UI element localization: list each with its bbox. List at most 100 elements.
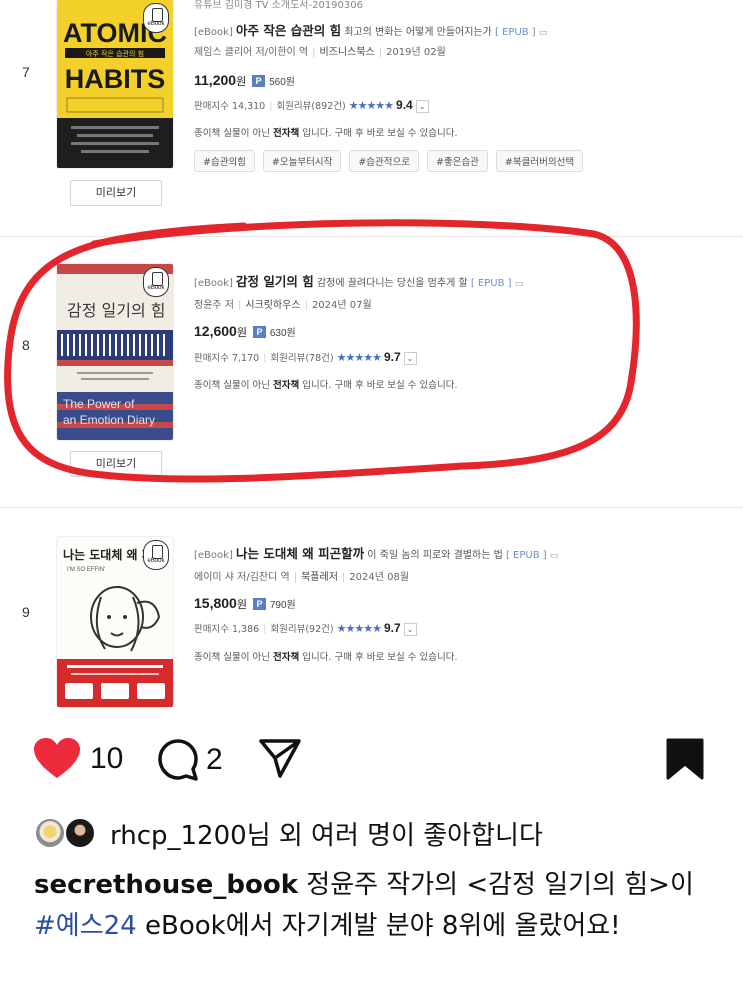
tag-chip[interactable]: #북클러버의선택 xyxy=(495,150,584,172)
points: 630원 xyxy=(269,328,296,339)
avatar xyxy=(64,816,96,849)
external-link-icon: ▭ xyxy=(538,28,548,38)
cover-title: 나는 도대체 왜 피 xyxy=(63,547,153,562)
price-line: 12,600원 P 630원 xyxy=(194,323,296,340)
note-bold: 전자책 xyxy=(273,652,300,663)
ebook-tag: [eBook] xyxy=(194,278,233,289)
meta-line: 제임스 클리어 저/이한이 역 | 비즈니스북스 | 2019년 02월 xyxy=(194,47,446,58)
book-title[interactable]: 나는 도대체 왜 피곤할까 xyxy=(236,546,364,561)
format-label: [ EPUB ] xyxy=(470,278,512,289)
author[interactable]: 제임스 클리어 저/이한이 역 xyxy=(194,47,308,58)
price: 15,800 xyxy=(194,595,237,611)
review-count[interactable]: 회원리뷰(78건) xyxy=(270,353,333,364)
book-title[interactable]: 아주 작은 습관의 힘 xyxy=(236,23,341,38)
points: 560원 xyxy=(269,77,295,88)
star-rating-icon: ★★★★★ xyxy=(336,622,382,635)
book-cover-atomic-habits[interactable]: ATOMIC 아주 작은 습관의 힘 HABITS eBook xyxy=(57,0,173,168)
cover-title: 감정 일기의 힘 xyxy=(67,301,166,320)
pub-date: 2024년 07월 xyxy=(311,300,372,311)
note-prefix: 종이책 실물이 아닌 xyxy=(194,380,270,391)
rating-line: 판매지수 1,386 | 회원리뷰(92건) ★★★★★ 9.7 ⌄ xyxy=(194,621,417,636)
liker-avatars[interactable] xyxy=(34,816,104,851)
title-line: [eBook] 아주 작은 습관의 힘 최고의 변화는 어떻게 만들어지는가 [… xyxy=(194,20,547,39)
preview-button[interactable]: 미리보기 xyxy=(70,451,162,477)
book-title[interactable]: 감정 일기의 힘 xyxy=(236,274,314,289)
tag-chip[interactable]: #좋은습관 xyxy=(427,150,488,172)
chevron-down-icon[interactable]: ⌄ xyxy=(403,623,417,636)
price: 11,200 xyxy=(194,72,237,88)
book-cover-emotion-diary[interactable]: 감정 일기의 힘 The Power of an Emotion Diary e… xyxy=(57,264,173,440)
caption-author[interactable]: secrethouse_book xyxy=(34,870,298,900)
review-count[interactable]: 회원리뷰(92건) xyxy=(270,624,333,635)
author[interactable]: 에이미 샤 저/김잔디 역 xyxy=(194,572,290,583)
comment-bubble-icon[interactable] xyxy=(156,738,200,782)
book-row-9: 9 나는 도대체 왜 피 I'M SO EFFIN' eBook [eBook]… xyxy=(0,508,743,720)
liked-by-text: rhcp_1200님 외 여러 명이 좋아합니다 xyxy=(110,815,543,852)
price-line: 11,200원 P 560원 xyxy=(194,72,295,89)
point-badge: P xyxy=(252,598,266,610)
review-count[interactable]: 회원리뷰(892건) xyxy=(276,101,345,112)
cover-en-1: The Power of xyxy=(63,397,135,411)
publisher[interactable]: 시크릿하우스 xyxy=(245,300,300,311)
save-action xyxy=(666,738,704,780)
heart-icon[interactable] xyxy=(34,738,80,780)
note-suffix: 입니다. 구매 후 바로 보실 수 있습니다. xyxy=(302,380,458,391)
ebook-badge-icon: eBook xyxy=(143,540,169,570)
book-subtitle: 최고의 변화는 어떻게 만들어지는가 xyxy=(344,27,492,38)
instagram-post-footer: 10 2 rhcp_1200님 외 여러 명이 좋아합니다 secrethous… xyxy=(0,720,743,991)
book-info: [eBook] 감정 일기의 힘 감정에 끌려다니는 당신을 멈추게 할 [ E… xyxy=(194,267,714,437)
note-bold: 전자책 xyxy=(273,128,300,139)
liker-username[interactable]: rhcp_1200 xyxy=(110,821,247,851)
book-row-7: 7 ATOMIC 아주 작은 습관의 힘 HABITS eBook 미리보기 유… xyxy=(0,0,743,236)
avatar xyxy=(34,816,66,849)
sales-index: 판매지수 7,170 xyxy=(194,353,260,364)
pub-date: 2019년 02월 xyxy=(386,47,446,58)
tag-chip[interactable]: #습관의힘 xyxy=(194,150,255,172)
publisher[interactable]: 북플레저 xyxy=(301,572,338,583)
ebook-badge-icon: eBook xyxy=(143,267,169,297)
share-action xyxy=(258,738,302,780)
ebook-tag: [eBook] xyxy=(194,550,233,561)
tag-chip[interactable]: #오늘부터시작 xyxy=(262,150,342,172)
note-prefix: 종이책 실물이 아닌 xyxy=(194,128,270,139)
book-cover-why-tired[interactable]: 나는 도대체 왜 피 I'M SO EFFIN' eBook xyxy=(57,537,173,707)
rating-score: 9.7 xyxy=(383,621,401,635)
ebook-note: 종이책 실물이 아닌 전자책 입니다. 구매 후 바로 보실 수 있습니다. xyxy=(194,377,458,391)
caption-hashtag[interactable]: #예스24 xyxy=(34,911,137,941)
publisher[interactable]: 비즈니스북스 xyxy=(319,47,374,58)
format-label: [ EPUB ] xyxy=(495,27,536,38)
book-row-8: 8 감정 일기의 힘 The Power of an Emotion Diary xyxy=(0,237,743,507)
comment-action: 2 xyxy=(156,738,223,782)
note-suffix: 입니다. 구매 후 바로 보실 수 있습니다. xyxy=(302,128,458,139)
sales-index: 판매지수 14,310 xyxy=(194,101,266,112)
external-link-icon: ▭ xyxy=(549,551,559,561)
rating-score: 9.4 xyxy=(396,98,413,112)
points: 790원 xyxy=(269,600,296,611)
chevron-down-icon[interactable]: ⌄ xyxy=(415,100,429,113)
chevron-down-icon[interactable]: ⌄ xyxy=(403,352,417,365)
ebook-badge-icon: eBook xyxy=(143,3,169,33)
preview-button[interactable]: 미리보기 xyxy=(70,180,162,206)
format-label: [ EPUB ] xyxy=(505,550,547,561)
tag-chip[interactable]: #습관적으로 xyxy=(349,150,419,172)
bookmark-icon[interactable] xyxy=(666,738,704,780)
price: 12,600 xyxy=(194,323,237,339)
book-info: 유튜브 김미경 TV 소개도서-20190306 [eBook] 아주 작은 습… xyxy=(194,0,734,180)
book-info: [eBook] 나는 도대체 왜 피곤할까 이 죽일 놈의 피로와 결별하는 법… xyxy=(194,543,714,703)
book-subtitle: 감정에 끌려다니는 당신을 멈추게 할 xyxy=(316,278,468,289)
pub-date: 2024년 08월 xyxy=(349,572,410,583)
like-count: 10 xyxy=(90,742,124,775)
star-rating-icon: ★★★★★ xyxy=(348,99,394,112)
comment-count: 2 xyxy=(206,743,223,776)
title-line: [eBook] 감정 일기의 힘 감정에 끌려다니는 당신을 멈추게 할 [ E… xyxy=(194,271,523,290)
ebook-note: 종이책 실물이 아닌 전자책 입니다. 구매 후 바로 보실 수 있습니다. xyxy=(194,125,458,139)
send-icon[interactable] xyxy=(258,738,302,780)
author[interactable]: 정윤주 저 xyxy=(194,300,234,311)
price-line: 15,800원 P 790원 xyxy=(194,595,296,612)
note-bold: 전자책 xyxy=(273,380,300,391)
rank-number: 9 xyxy=(22,604,30,620)
won-unit: 원 xyxy=(236,76,247,88)
bookstore-screenshot: 7 ATOMIC 아주 작은 습관의 힘 HABITS eBook 미리보기 유… xyxy=(0,0,743,720)
like-action: 10 xyxy=(34,738,123,780)
caption-text-2: eBook에서 자기계발 분야 8위에 올랐어요! xyxy=(144,911,621,941)
